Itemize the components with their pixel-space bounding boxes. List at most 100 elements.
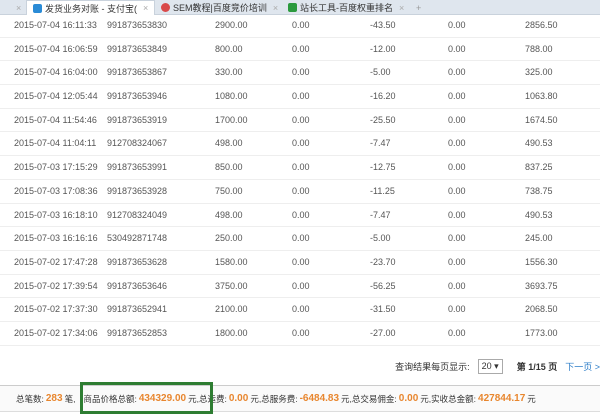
cell-freight: 0.00 xyxy=(292,256,310,267)
cell-order-id: 991873653946 xyxy=(107,91,168,102)
cell-freight: 0.00 xyxy=(292,91,310,102)
tab-zhanzhang[interactable]: 站长工具-百度权重排名 × xyxy=(282,0,410,15)
cell-received: 738.75 xyxy=(525,185,553,196)
page-size-label: 查询结果每页显示: xyxy=(395,361,470,372)
cell-freight: 0.00 xyxy=(292,20,310,30)
cell-time: 2015-07-03 17:15:29 xyxy=(14,162,98,173)
cell-service-fee: -11.25 xyxy=(370,185,395,196)
cell-price: 850.00 xyxy=(215,162,243,173)
cell-freight: 0.00 xyxy=(292,43,310,54)
cell-price: 1800.00 xyxy=(215,327,248,338)
tab-alipay[interactable]: 发货业务对账 - 支付宝(× xyxy=(26,0,156,15)
cell-price: 498.00 xyxy=(215,209,243,220)
close-icon[interactable]: × xyxy=(143,3,148,13)
service-value: -6484.83 xyxy=(299,393,340,404)
cell-service-fee: -7.47 xyxy=(370,138,391,149)
received-unit: 元 xyxy=(527,393,536,404)
tab-sem[interactable]: SEM教程|百度竞价培训 × xyxy=(155,0,284,15)
site-icon xyxy=(161,3,170,12)
cell-service-fee: -31.50 xyxy=(370,304,396,315)
cell-price: 1580.00 xyxy=(215,256,248,267)
cell-service-fee: -16.20 xyxy=(370,91,396,102)
cell-service-fee: -12.75 xyxy=(370,162,396,173)
cell-time: 2015-07-02 17:34:06 xyxy=(14,327,98,338)
browser-tab-bar: × 发货业务对账 - 支付宝(× SEM教程|百度竞价培训 × 站长工具-百度权重… xyxy=(0,0,600,15)
table-row: 2015-07-04 11:04:11 912708324067 498.00 0.0… xyxy=(0,132,600,157)
cell-service-fee: -5.00 xyxy=(370,233,391,244)
table-row: 2015-07-04 16:04:00 991873653867 330.00 0.0… xyxy=(0,61,600,86)
cell-freight: 0.00 xyxy=(292,327,310,338)
cell-service-fee: -5.00 xyxy=(370,67,391,78)
tab-label: SEM教程|百度竞价培训 xyxy=(173,3,267,13)
cell-order-id: 912708324067 xyxy=(107,138,168,149)
cell-order-id: 991873653928 xyxy=(107,185,168,196)
cell-service-fee: -12.00 xyxy=(370,43,396,54)
table-row: 2015-07-02 17:37:30 991873652941 2100.00 0.… xyxy=(0,298,600,322)
cell-time: 2015-07-03 17:08:36 xyxy=(14,185,98,196)
cell-service-fee: -43.50 xyxy=(370,20,396,30)
alipay-icon xyxy=(33,3,42,13)
table-row: 2015-07-02 17:47:28 991873653628 1580.00 0.… xyxy=(0,251,600,275)
cell-commission: 0.00 xyxy=(448,43,466,54)
cell-order-id: 912708324049 xyxy=(107,209,168,220)
cell-time: 2015-07-04 12:05:44 xyxy=(14,91,98,102)
tab-close-prev[interactable]: × xyxy=(4,0,27,15)
service-unit: 元, xyxy=(341,393,352,404)
table-row: 2015-07-03 17:08:36 991873653928 750.00 0.0… xyxy=(0,180,600,204)
cell-service-fee: -56.25 xyxy=(370,280,396,291)
cell-received: 2068.50 xyxy=(525,304,558,315)
close-icon[interactable]: × xyxy=(273,3,278,13)
cell-received: 1674.50 xyxy=(525,114,558,125)
page-size-select[interactable]: 20 ▾ xyxy=(477,358,503,374)
cell-order-id: 991873653830 xyxy=(107,20,168,30)
new-tab-button[interactable]: + xyxy=(410,0,427,15)
page-info: 第 1/15 页 xyxy=(516,361,558,372)
cell-order-id: 991873652853 xyxy=(107,327,168,338)
table-row: 2015-07-03 16:18:10 912708324049 498.00 0.0… xyxy=(0,204,600,228)
table-row: 2015-07-04 12:05:44 991873653946 1080.00 0.… xyxy=(0,85,600,109)
freight-value: 0.00 xyxy=(228,393,249,404)
cell-received: 2856.50 xyxy=(525,20,558,30)
cell-commission: 0.00 xyxy=(448,209,466,220)
close-icon[interactable]: × xyxy=(399,3,404,13)
table-row: 2015-07-04 16:11:33 991873653830 2900.00 0.… xyxy=(0,14,600,38)
cell-price: 498.00 xyxy=(215,138,243,149)
transaction-table: 2015-07-04 16:11:33 991873653830 2900.00 0.… xyxy=(0,14,600,346)
freight-unit: 元, xyxy=(250,393,262,404)
cell-freight: 0.00 xyxy=(292,280,310,291)
cell-commission: 0.00 xyxy=(448,327,466,338)
cell-freight: 0.00 xyxy=(292,185,310,196)
cell-received: 1556.30 xyxy=(525,256,558,267)
cell-price: 1700.00 xyxy=(215,114,248,125)
cell-commission: 0.00 xyxy=(448,67,466,78)
cell-time: 2015-07-04 16:11:33 xyxy=(14,20,97,30)
cell-service-fee: -25.50 xyxy=(370,114,396,125)
service-label: 总服务费: xyxy=(261,393,298,404)
pagination: 查询结果每页显示: 20 ▾ 第 1/15 页 下一页 > xyxy=(395,358,600,374)
cell-commission: 0.00 xyxy=(448,304,466,315)
table-row: 2015-07-04 16:06:59 991873653849 800.00 0.0… xyxy=(0,38,600,62)
cell-time: 2015-07-04 16:04:00 xyxy=(14,67,98,78)
cell-commission: 0.00 xyxy=(448,233,466,244)
cell-commission: 0.00 xyxy=(448,91,466,102)
next-page-link[interactable]: 下一页 > xyxy=(565,360,600,373)
table-row: 2015-07-03 16:16:16 530492871748 250.00 0.0… xyxy=(0,227,600,251)
cell-commission: 0.00 xyxy=(448,114,466,125)
cell-received: 837.25 xyxy=(525,162,553,173)
site-icon xyxy=(288,3,297,12)
cell-freight: 0.00 xyxy=(292,114,310,125)
cell-commission: 0.00 xyxy=(448,185,466,196)
cell-service-fee: -7.47 xyxy=(370,209,391,220)
received-label: 实收总金额: xyxy=(431,393,477,404)
cell-price: 250.00 xyxy=(215,233,243,244)
cell-price: 1080.00 xyxy=(215,91,248,102)
commission-unit: 元, xyxy=(420,393,432,404)
cell-received: 490.53 xyxy=(525,209,553,220)
cell-commission: 0.00 xyxy=(448,20,466,30)
cell-commission: 0.00 xyxy=(448,280,466,291)
cell-time: 2015-07-02 17:39:54 xyxy=(14,280,98,291)
cell-time: 2015-07-04 11:04:11 xyxy=(14,138,97,149)
cell-commission: 0.00 xyxy=(448,138,466,149)
cell-time: 2015-07-03 16:16:16 xyxy=(14,233,98,244)
cell-price: 3750.00 xyxy=(215,280,248,291)
